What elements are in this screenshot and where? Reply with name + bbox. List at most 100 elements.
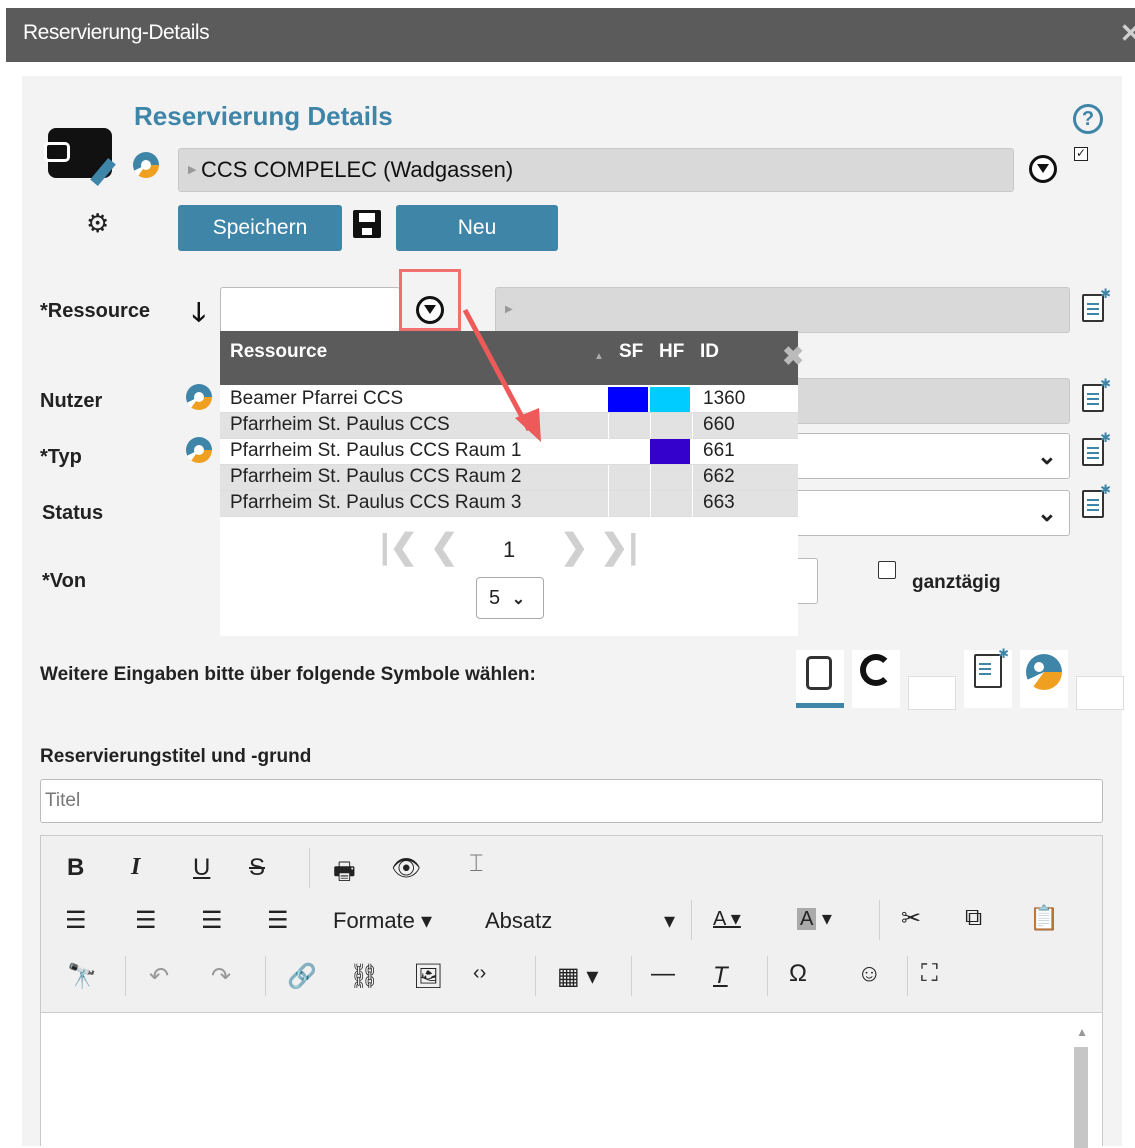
- caret-right-icon: ▶: [188, 164, 197, 176]
- formats-dropdown[interactable]: Formate ▾: [333, 908, 432, 934]
- horizontal-rule-icon[interactable]: —: [651, 960, 675, 988]
- first-page-icon[interactable]: |❮: [380, 527, 418, 567]
- hf-color-cell: [650, 439, 690, 464]
- find-icon[interactable]: 🔭: [67, 962, 97, 991]
- background-color-icon[interactable]: A ▾: [797, 906, 832, 931]
- last-page-icon[interactable]: ❯|: [600, 527, 638, 567]
- note-add-icon[interactable]: [1082, 376, 1111, 412]
- strikethrough-icon[interactable]: S: [249, 854, 265, 882]
- notes-icon: [974, 646, 1009, 688]
- pie-chart-icon[interactable]: [133, 152, 159, 178]
- pie-chart-icon[interactable]: [186, 437, 212, 463]
- emoticon-icon[interactable]: ☺: [857, 960, 882, 988]
- wallet-edit-icon: [44, 122, 118, 186]
- next-page-icon[interactable]: ❯: [560, 527, 589, 567]
- align-right-icon[interactable]: ☰: [201, 906, 223, 935]
- print-icon[interactable]: 🖶: [333, 854, 356, 895]
- table-icon[interactable]: ▦ ▾: [557, 962, 598, 991]
- note-add-icon[interactable]: [1082, 286, 1111, 322]
- underline-icon[interactable]: U: [193, 854, 210, 882]
- status-select[interactable]: ⌄: [790, 490, 1070, 536]
- special-char-icon[interactable]: Ω: [789, 960, 807, 988]
- section-label: Reservierungstitel und -grund: [40, 746, 312, 767]
- title-input[interactable]: Titel: [40, 779, 1103, 823]
- redo-icon[interactable]: ↷: [211, 962, 231, 991]
- sort-icon[interactable]: ▲: [594, 351, 604, 362]
- close-icon[interactable]: ✕: [1120, 8, 1135, 58]
- tab-recurrence[interactable]: [852, 650, 900, 708]
- undo-icon[interactable]: ↶: [149, 962, 169, 991]
- align-left-icon[interactable]: ☰: [65, 906, 87, 935]
- status-label: Status: [42, 502, 104, 524]
- new-button[interactable]: Neu: [396, 205, 558, 251]
- text-color-icon[interactable]: A ▾: [713, 906, 741, 931]
- column-header-resource[interactable]: Ressource: [230, 341, 327, 363]
- user-field[interactable]: [790, 378, 1070, 424]
- tab-statistics[interactable]: [1020, 650, 1068, 708]
- clear-format-icon[interactable]: T: [713, 962, 728, 990]
- resource-name: Pfarrheim St. Paulus CCS Raum 3: [230, 492, 522, 513]
- editor-content[interactable]: ▲: [41, 1012, 1102, 1148]
- floppy-disk-icon[interactable]: [353, 210, 381, 238]
- scroll-up-icon[interactable]: ▲: [1076, 1025, 1088, 1039]
- allday-label: ganztägig: [912, 572, 1001, 593]
- download-circle-icon[interactable]: [1029, 155, 1057, 183]
- note-add-icon[interactable]: [1082, 430, 1111, 466]
- page-break-icon[interactable]: ⌶: [469, 850, 483, 878]
- fullscreen-icon[interactable]: ⛶: [921, 960, 938, 988]
- copy-icon[interactable]: ⧉: [965, 904, 982, 932]
- jar-icon: [806, 656, 832, 690]
- bold-icon[interactable]: B: [67, 854, 84, 882]
- pie-chart-icon: [1026, 654, 1062, 690]
- preview-icon[interactable]: 👁: [391, 854, 421, 883]
- column-header-id[interactable]: ID: [700, 341, 719, 363]
- code-icon[interactable]: ‹›: [473, 962, 486, 985]
- scrollbar-thumb[interactable]: [1074, 1047, 1088, 1148]
- type-label: *Typ: [40, 446, 82, 468]
- from-label: *Von: [42, 570, 87, 592]
- tab-attachment[interactable]: [796, 650, 844, 708]
- type-select[interactable]: ⌄: [790, 433, 1070, 479]
- more-inputs-prompt: Weitere Eingaben bitte über folgende Sym…: [40, 664, 536, 685]
- arrow-down-icon[interactable]: 🡓: [192, 294, 206, 338]
- tab-notes[interactable]: [964, 646, 1012, 708]
- help-icon[interactable]: ?: [1073, 104, 1103, 134]
- pie-chart-icon[interactable]: [186, 384, 212, 410]
- formats-label: Formate: [333, 908, 415, 933]
- tab-empty[interactable]: [1076, 676, 1124, 710]
- column-header-sf[interactable]: SF: [619, 341, 643, 363]
- align-justify-icon[interactable]: ☰: [267, 906, 289, 935]
- tab-empty[interactable]: [908, 676, 956, 710]
- resource-name-field[interactable]: ▶: [495, 287, 1070, 333]
- link-icon[interactable]: 🔗: [287, 962, 317, 991]
- organization-checkbox[interactable]: ✓: [1074, 147, 1088, 161]
- annotation-arrow: [462, 308, 541, 442]
- user-label: Nutzer: [40, 390, 103, 412]
- organization-field[interactable]: ▶ CCS COMPELEC (Wadgassen): [178, 148, 1014, 192]
- cut-icon[interactable]: ✂: [901, 904, 921, 933]
- close-icon[interactable]: ✖: [782, 341, 804, 372]
- page-size-value: 5: [489, 587, 501, 609]
- column-header-hf[interactable]: HF: [659, 341, 684, 363]
- allday-checkbox[interactable]: [878, 561, 896, 579]
- refresh-icon: [860, 654, 892, 686]
- image-icon[interactable]: 🖼: [413, 962, 443, 991]
- paste-icon[interactable]: 📋: [1029, 904, 1059, 933]
- align-center-icon[interactable]: ☰: [135, 906, 157, 935]
- resource-input[interactable]: [220, 287, 400, 333]
- resource-id: 660: [703, 414, 735, 435]
- table-row[interactable]: Pfarrheim St. Paulus CCS Raum 3 663: [220, 491, 798, 517]
- table-row[interactable]: Pfarrheim St. Paulus CCS Raum 2 662: [220, 465, 798, 491]
- resource-name: Pfarrheim St. Paulus CCS: [230, 414, 450, 435]
- highlight-box: [399, 269, 461, 331]
- save-button[interactable]: Speichern: [178, 205, 342, 251]
- note-add-icon[interactable]: [1082, 482, 1111, 518]
- italic-icon[interactable]: I: [131, 854, 140, 881]
- paragraph-dropdown[interactable]: Absatz ▾: [485, 908, 675, 934]
- page-size-select[interactable]: 5 ⌄: [476, 577, 544, 619]
- unlink-icon[interactable]: ⛓: [349, 962, 379, 991]
- chevron-down-icon: ⌄: [1036, 500, 1057, 527]
- gear-icon[interactable]: ⚙: [86, 208, 109, 239]
- prev-page-icon[interactable]: ❮: [430, 527, 459, 567]
- resource-id: 661: [703, 440, 735, 461]
